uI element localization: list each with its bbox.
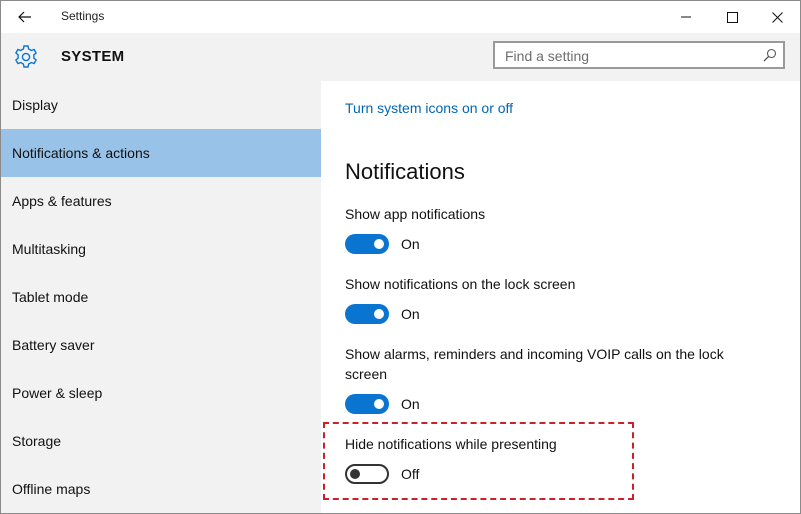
maximize-icon — [726, 11, 738, 23]
title-bar: Settings — [1, 1, 800, 33]
sidebar-item-battery-saver[interactable]: Battery saver — [1, 321, 321, 369]
toggle-state: On — [401, 236, 420, 252]
sidebar-item-power-sleep[interactable]: Power & sleep — [1, 369, 321, 417]
header-band: SYSTEM Find a setting — [1, 33, 800, 81]
sidebar: Display Notifications & actions Apps & f… — [1, 81, 321, 513]
settings-window: Settings SYSTEM Find a setting Display N… — [0, 0, 801, 514]
minimize-button[interactable] — [663, 1, 709, 33]
setting-label: Hide notifications while presenting — [345, 436, 557, 452]
close-icon — [771, 11, 783, 23]
toggle-knob — [374, 399, 384, 409]
close-button[interactable] — [754, 1, 800, 33]
sidebar-item-storage[interactable]: Storage — [1, 417, 321, 465]
toggle-state: On — [401, 306, 420, 322]
sidebar-item-offline-maps[interactable]: Offline maps — [1, 465, 321, 513]
setting-label: Show app notifications — [345, 206, 486, 222]
toggle-knob — [350, 469, 360, 479]
section-title: Notifications — [345, 159, 465, 184]
sidebar-item-apps-features[interactable]: Apps & features — [1, 177, 321, 225]
toggle-state: On — [401, 396, 420, 412]
maximize-button[interactable] — [709, 1, 755, 33]
setting-label: Show alarms, reminders and incoming VOIP… — [345, 346, 724, 382]
sidebar-item-multitasking[interactable]: Multitasking — [1, 225, 321, 273]
window-title: Settings — [61, 9, 105, 23]
back-button[interactable] — [9, 5, 41, 29]
lock-screen-notifications-toggle[interactable] — [345, 304, 389, 324]
sidebar-item-display[interactable]: Display — [1, 81, 321, 129]
main-content: Turn system icons on or off Notification… — [321, 81, 800, 513]
toggle-state: Off — [401, 466, 420, 482]
app-notifications-toggle[interactable] — [345, 234, 389, 254]
toggle-knob — [374, 309, 384, 319]
search-placeholder: Find a setting — [505, 48, 590, 64]
search-input[interactable]: Find a setting — [493, 41, 785, 69]
gear-icon — [15, 45, 37, 68]
setting-label: Show notifications on the lock screen — [345, 276, 576, 292]
hide-while-presenting-toggle[interactable] — [345, 464, 389, 484]
sidebar-item-tablet-mode[interactable]: Tablet mode — [1, 273, 321, 321]
toggle-knob — [374, 239, 384, 249]
back-arrow-icon — [18, 11, 31, 23]
search-icon[interactable] — [763, 48, 777, 62]
alarms-reminders-voip-toggle[interactable] — [345, 394, 389, 414]
page-title: SYSTEM — [61, 48, 125, 65]
minimize-icon — [681, 16, 691, 18]
system-icons-link[interactable]: Turn system icons on or off — [345, 100, 513, 116]
sidebar-item-notifications-actions[interactable]: Notifications & actions — [1, 129, 321, 177]
